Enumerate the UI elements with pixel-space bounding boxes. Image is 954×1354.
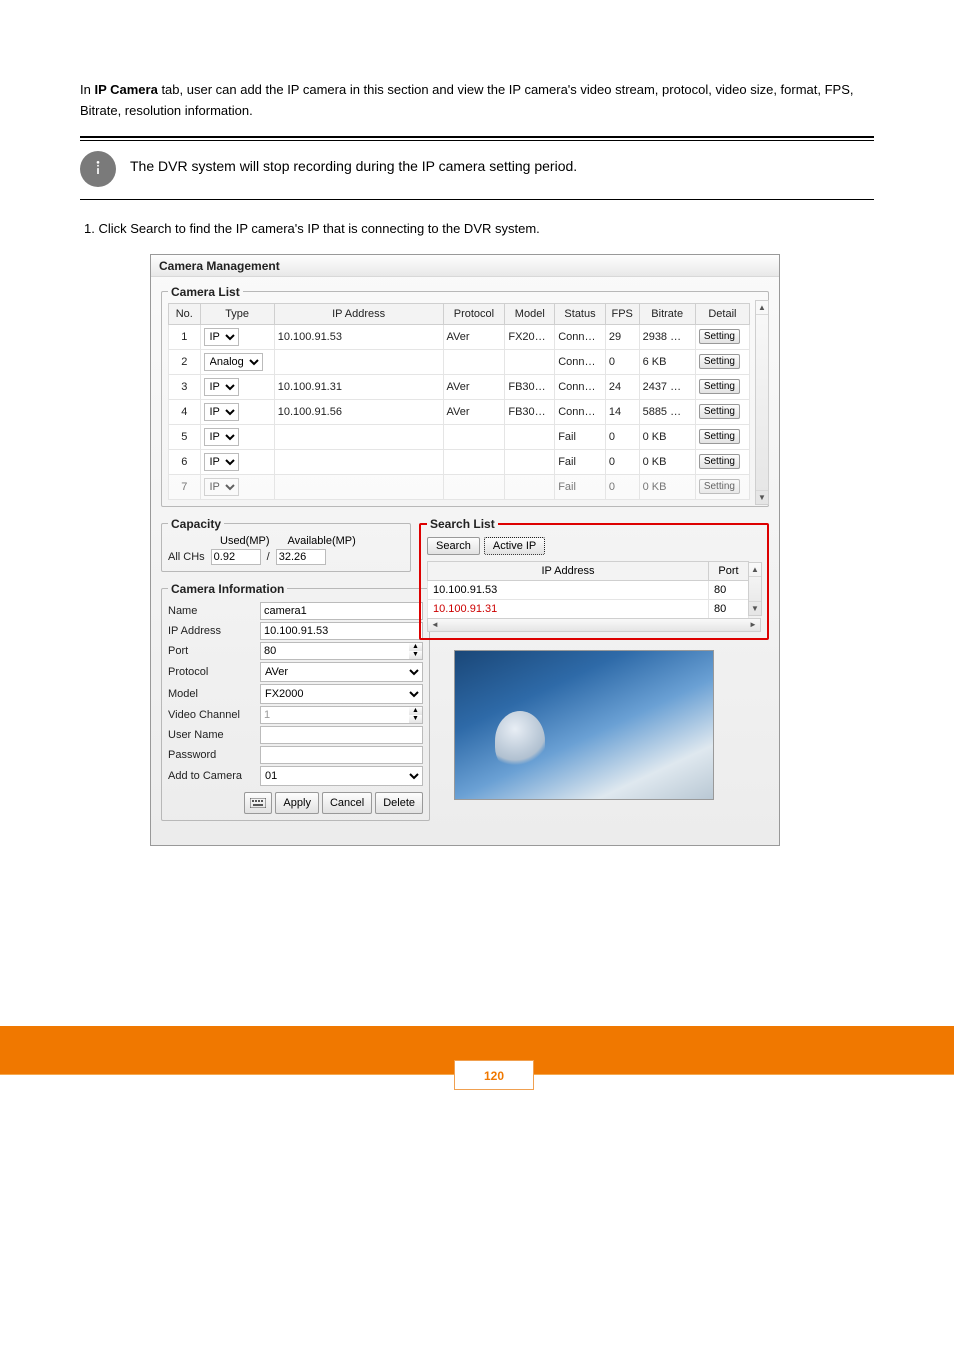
ci-add-label: Add to Camera [168, 770, 260, 782]
type-select[interactable]: IP [204, 328, 239, 346]
intro-paragraph: In IP Camera tab, user can add the IP ca… [80, 80, 874, 122]
divider-top-thin [80, 140, 874, 141]
list-item[interactable]: 10.100.91.5380 [428, 580, 749, 599]
window-title: Camera Management [151, 255, 779, 277]
capacity-legend: Capacity [168, 517, 224, 531]
ci-add-select[interactable]: 01 [260, 766, 423, 786]
active-ip-button[interactable]: Active IP [484, 537, 545, 555]
used-label: Used(MP) [220, 535, 270, 547]
cancel-button[interactable]: Cancel [322, 792, 372, 814]
list-item[interactable]: 10.100.91.3180 [428, 599, 749, 618]
scroll-down-icon[interactable]: ▼ [749, 601, 761, 615]
scroll-right-icon: ► [746, 620, 760, 629]
ci-protocol-label: Protocol [168, 666, 260, 678]
divider-top-thick [80, 136, 874, 138]
camera-list-table: No. Type IP Address Protocol Model Statu… [168, 303, 750, 500]
ci-user-label: User Name [168, 729, 260, 741]
ci-pass-label: Password [168, 749, 260, 761]
scroll-up-icon[interactable]: ▲ [749, 563, 761, 577]
col-status[interactable]: Status [555, 303, 606, 324]
search-scrollbar-v[interactable]: ▲ ▼ [748, 562, 762, 616]
type-select[interactable]: IP [204, 378, 239, 396]
apply-button[interactable]: Apply [275, 792, 319, 814]
ci-protocol-select[interactable]: AVer [260, 662, 423, 682]
ci-port-label: Port [168, 645, 260, 657]
search-button[interactable]: Search [427, 537, 480, 555]
search-list-legend: Search List [427, 517, 498, 531]
allchs-label: All CHs [168, 551, 205, 563]
divider-bottom-thin [80, 199, 874, 200]
table-row[interactable]: 5IPFail00 KBSetting [169, 424, 750, 449]
setting-button[interactable]: Setting [699, 454, 740, 469]
setting-button[interactable]: Setting [699, 404, 740, 419]
scroll-up-icon[interactable]: ▲ [756, 301, 768, 315]
capacity-fieldset: Capacity Used(MP) Available(MP) All CHs … [161, 517, 411, 572]
ci-ip-input[interactable] [260, 622, 423, 640]
col-type[interactable]: Type [200, 303, 274, 324]
keyboard-icon-button[interactable] [244, 792, 272, 814]
camera-info-legend: Camera Information [168, 582, 287, 596]
type-select[interactable]: IP [204, 453, 239, 471]
table-row[interactable]: 6IPFail00 KBSetting [169, 449, 750, 474]
col-protocol[interactable]: Protocol [443, 303, 505, 324]
search-list-fieldset: Search List Search Active IP IP Address … [419, 517, 769, 640]
camera-preview-image [454, 650, 714, 800]
setting-button[interactable]: Setting [699, 329, 740, 344]
search-result-table: IP Address Port 10.100.91.538010.100.91.… [427, 561, 749, 619]
ci-port-input[interactable] [260, 642, 409, 660]
used-value [211, 549, 261, 565]
col-fps[interactable]: FPS [605, 303, 639, 324]
sr-col-ip[interactable]: IP Address [428, 561, 709, 580]
ci-pass-input[interactable] [260, 746, 423, 764]
page-number: 120 [454, 1060, 534, 1090]
sr-col-port[interactable]: Port [709, 561, 749, 580]
scroll-left-icon: ◄ [428, 620, 442, 629]
setting-button[interactable]: Setting [699, 479, 740, 494]
type-select[interactable]: IP [204, 478, 239, 496]
avail-label: Available(MP) [288, 535, 356, 547]
ci-name-label: Name [168, 605, 260, 617]
info-note-text: The DVR system will stop recording durin… [130, 151, 577, 177]
col-detail[interactable]: Detail [695, 303, 749, 324]
ci-name-input[interactable] [260, 602, 423, 620]
ci-user-input[interactable] [260, 726, 423, 744]
col-no[interactable]: No. [169, 303, 201, 324]
ci-videoch-label: Video Channel [168, 709, 260, 721]
camera-list-scrollbar[interactable]: ▲ ▼ [755, 300, 769, 505]
type-select[interactable]: IP [204, 403, 239, 421]
page-footer: 120 [0, 1026, 954, 1096]
setting-button[interactable]: Setting [699, 379, 740, 394]
capacity-sep: / [267, 551, 270, 563]
setting-button[interactable]: Setting [699, 429, 740, 444]
ci-videoch-input[interactable] [260, 706, 409, 724]
ci-model-select[interactable]: FX2000 [260, 684, 423, 704]
col-bitrate[interactable]: Bitrate [639, 303, 695, 324]
avail-value [276, 549, 326, 565]
scroll-down-icon[interactable]: ▼ [756, 490, 768, 504]
type-select[interactable]: IP [204, 428, 239, 446]
table-row[interactable]: 1IP10.100.91.53AVerFX20…Conn…292938 …Set… [169, 324, 750, 349]
col-ip[interactable]: IP Address [274, 303, 443, 324]
table-row[interactable]: 4IP10.100.91.56AVerFB30…Conn…145885 …Set… [169, 399, 750, 424]
camera-list-fieldset: Camera List No. Type IP Address Protocol… [161, 285, 769, 507]
step-1-text: 1. Click Search to find the IP camera's … [84, 218, 874, 240]
search-scrollbar-h[interactable]: ◄► [427, 618, 761, 632]
camera-list-legend: Camera List [168, 285, 243, 299]
info-icon [80, 151, 116, 187]
col-model[interactable]: Model [505, 303, 555, 324]
table-row[interactable]: 3IP10.100.91.31AVerFB30…Conn…242437 …Set… [169, 374, 750, 399]
table-row[interactable]: 2AnalogConn…06 KBSetting [169, 349, 750, 374]
ci-model-label: Model [168, 688, 260, 700]
camera-info-fieldset: Camera Information Name IP Address Port▲… [161, 582, 430, 821]
table-row[interactable]: 7IPFail00 KBSetting [169, 474, 750, 499]
type-select[interactable]: Analog [204, 353, 263, 371]
delete-button[interactable]: Delete [375, 792, 423, 814]
camera-management-window: Camera Management Camera List No. Type I… [150, 254, 780, 846]
setting-button[interactable]: Setting [699, 354, 740, 369]
ci-ip-label: IP Address [168, 625, 260, 637]
